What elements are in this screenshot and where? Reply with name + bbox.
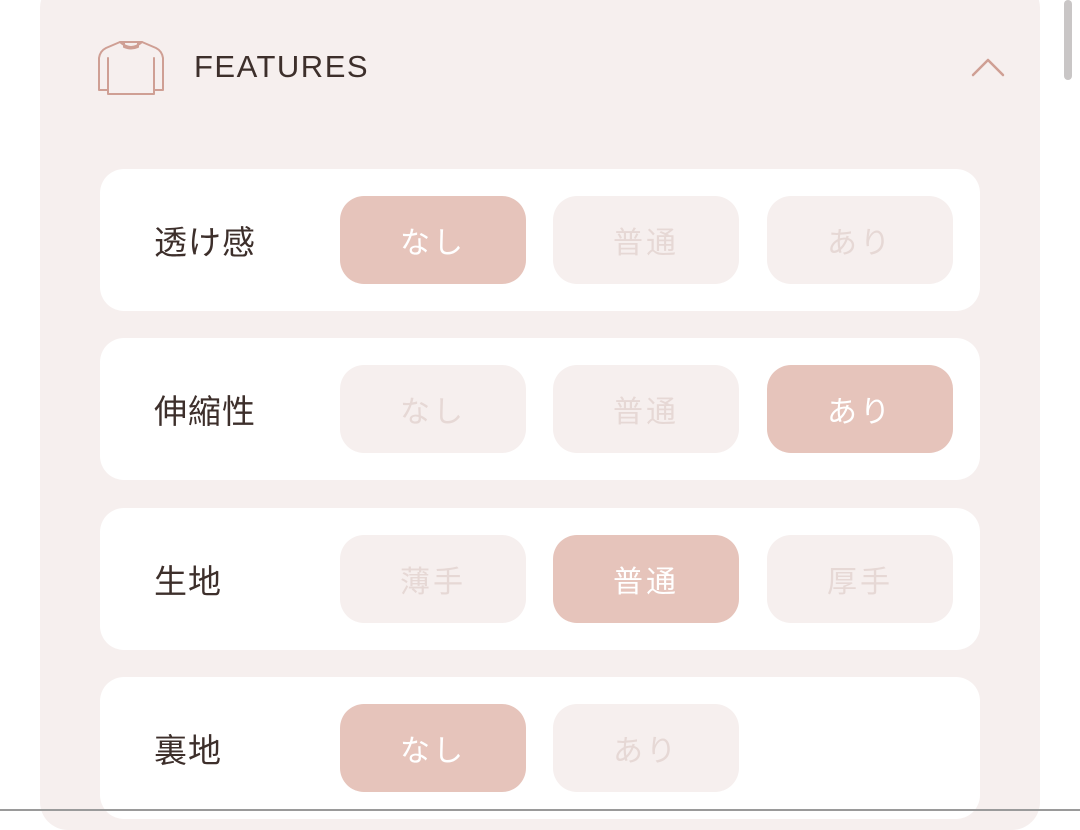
feature-row-transparency: 透け感 なし 普通 あり <box>100 169 980 311</box>
option-button[interactable]: なし <box>340 704 526 792</box>
option-button[interactable]: 普通 <box>553 196 739 284</box>
feature-row-stretch: 伸縮性 なし 普通 あり <box>100 338 980 480</box>
option-button[interactable]: 厚手 <box>767 535 953 623</box>
section-title: FEATURES <box>194 49 370 84</box>
scrollbar[interactable] <box>1064 0 1072 80</box>
feature-row-lining: 裏地 なし あり <box>100 677 980 819</box>
row-label: 裏地 <box>154 731 222 770</box>
feature-row-fabric: 生地 薄手 普通 厚手 <box>100 508 980 650</box>
row-label: 透け感 <box>154 223 256 262</box>
features-header[interactable]: FEATURES <box>96 36 1008 98</box>
option-button[interactable]: 普通 <box>553 535 739 623</box>
option-button[interactable]: 薄手 <box>340 535 526 623</box>
option-button[interactable]: あり <box>553 704 739 792</box>
chevron-up-icon <box>971 58 1005 77</box>
row-label: 生地 <box>154 562 222 601</box>
option-button[interactable]: あり <box>767 365 953 453</box>
option-button[interactable]: なし <box>340 196 526 284</box>
option-button[interactable]: 普通 <box>553 365 739 453</box>
option-button[interactable]: あり <box>767 196 953 284</box>
collapse-button[interactable] <box>968 50 1008 84</box>
row-label: 伸縮性 <box>154 392 256 431</box>
option-button[interactable]: なし <box>340 365 526 453</box>
shirt-icon <box>98 41 164 95</box>
